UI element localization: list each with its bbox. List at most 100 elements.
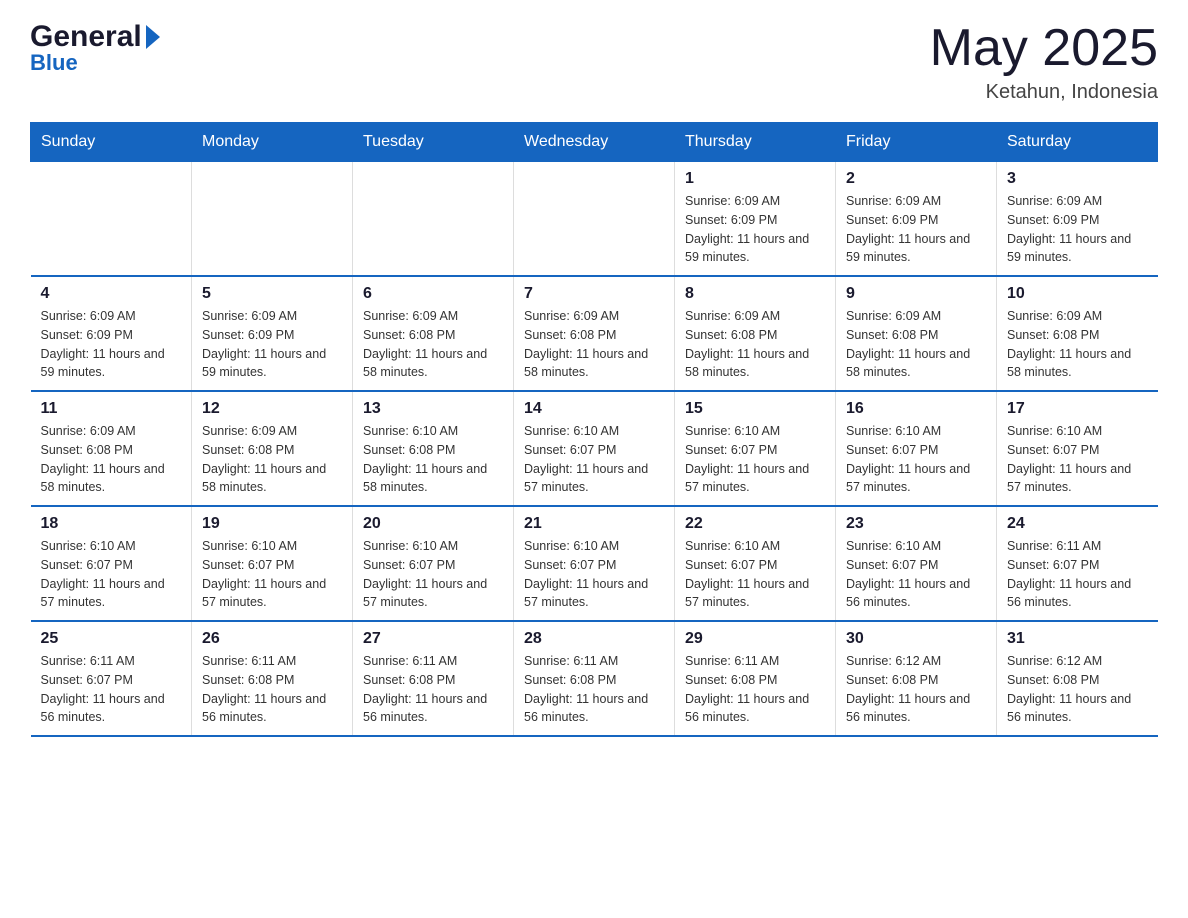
weekday-header-thursday: Thursday bbox=[675, 123, 836, 162]
day-number: 20 bbox=[363, 515, 503, 533]
day-number: 7 bbox=[524, 285, 664, 303]
calendar-cell: 8 Sunrise: 6:09 AM Sunset: 6:08 PM Daylig… bbox=[675, 276, 836, 391]
day-info: Sunrise: 6:10 AM Sunset: 6:07 PM Dayligh… bbox=[846, 422, 986, 497]
calendar-cell: 13 Sunrise: 6:10 AM Sunset: 6:08 PM Dayli… bbox=[353, 391, 514, 506]
logo-arrow-icon bbox=[146, 25, 160, 49]
calendar-cell bbox=[353, 162, 514, 277]
logo-general-text: General bbox=[30, 20, 142, 54]
day-info: Sunrise: 6:09 AM Sunset: 6:09 PM Dayligh… bbox=[685, 192, 825, 267]
day-info: Sunrise: 6:12 AM Sunset: 6:08 PM Dayligh… bbox=[1007, 652, 1148, 727]
weekday-header-wednesday: Wednesday bbox=[514, 123, 675, 162]
day-info: Sunrise: 6:11 AM Sunset: 6:07 PM Dayligh… bbox=[41, 652, 182, 727]
calendar-week-row: 11 Sunrise: 6:09 AM Sunset: 6:08 PM Dayli… bbox=[31, 391, 1158, 506]
weekday-header-tuesday: Tuesday bbox=[353, 123, 514, 162]
calendar-cell: 30 Sunrise: 6:12 AM Sunset: 6:08 PM Dayli… bbox=[836, 621, 997, 736]
day-number: 21 bbox=[524, 515, 664, 533]
day-info: Sunrise: 6:09 AM Sunset: 6:08 PM Dayligh… bbox=[202, 422, 342, 497]
day-info: Sunrise: 6:11 AM Sunset: 6:08 PM Dayligh… bbox=[524, 652, 664, 727]
calendar-cell: 25 Sunrise: 6:11 AM Sunset: 6:07 PM Dayli… bbox=[31, 621, 192, 736]
day-number: 25 bbox=[41, 630, 182, 648]
day-info: Sunrise: 6:10 AM Sunset: 6:07 PM Dayligh… bbox=[524, 422, 664, 497]
calendar-cell bbox=[31, 162, 192, 277]
day-info: Sunrise: 6:10 AM Sunset: 6:07 PM Dayligh… bbox=[524, 537, 664, 612]
day-number: 30 bbox=[846, 630, 986, 648]
day-number: 1 bbox=[685, 170, 825, 188]
calendar-cell: 24 Sunrise: 6:11 AM Sunset: 6:07 PM Dayli… bbox=[997, 506, 1158, 621]
day-number: 15 bbox=[685, 400, 825, 418]
calendar-week-row: 1 Sunrise: 6:09 AM Sunset: 6:09 PM Daylig… bbox=[31, 162, 1158, 277]
day-info: Sunrise: 6:09 AM Sunset: 6:08 PM Dayligh… bbox=[41, 422, 182, 497]
day-info: Sunrise: 6:10 AM Sunset: 6:07 PM Dayligh… bbox=[202, 537, 342, 612]
calendar-cell: 14 Sunrise: 6:10 AM Sunset: 6:07 PM Dayli… bbox=[514, 391, 675, 506]
weekday-header-saturday: Saturday bbox=[997, 123, 1158, 162]
day-info: Sunrise: 6:12 AM Sunset: 6:08 PM Dayligh… bbox=[846, 652, 986, 727]
day-info: Sunrise: 6:11 AM Sunset: 6:08 PM Dayligh… bbox=[363, 652, 503, 727]
calendar-cell: 11 Sunrise: 6:09 AM Sunset: 6:08 PM Dayli… bbox=[31, 391, 192, 506]
day-info: Sunrise: 6:10 AM Sunset: 6:08 PM Dayligh… bbox=[363, 422, 503, 497]
calendar-cell: 31 Sunrise: 6:12 AM Sunset: 6:08 PM Dayli… bbox=[997, 621, 1158, 736]
calendar-cell: 16Sunrise: 6:10 AM Sunset: 6:07 PM Dayli… bbox=[836, 391, 997, 506]
day-info: Sunrise: 6:09 AM Sunset: 6:08 PM Dayligh… bbox=[846, 307, 986, 382]
day-number: 29 bbox=[685, 630, 825, 648]
day-info: Sunrise: 6:10 AM Sunset: 6:07 PM Dayligh… bbox=[846, 537, 986, 612]
calendar-cell: 12 Sunrise: 6:09 AM Sunset: 6:08 PM Dayli… bbox=[192, 391, 353, 506]
calendar-cell: 15Sunrise: 6:10 AM Sunset: 6:07 PM Dayli… bbox=[675, 391, 836, 506]
day-info: Sunrise: 6:09 AM Sunset: 6:08 PM Dayligh… bbox=[685, 307, 825, 382]
day-number: 11 bbox=[41, 400, 182, 418]
day-number: 27 bbox=[363, 630, 503, 648]
day-info: Sunrise: 6:09 AM Sunset: 6:08 PM Dayligh… bbox=[524, 307, 664, 382]
day-number: 31 bbox=[1007, 630, 1148, 648]
day-number: 8 bbox=[685, 285, 825, 303]
calendar-cell: 28Sunrise: 6:11 AM Sunset: 6:08 PM Dayli… bbox=[514, 621, 675, 736]
day-number: 14 bbox=[524, 400, 664, 418]
day-number: 5 bbox=[202, 285, 342, 303]
calendar-body: 1 Sunrise: 6:09 AM Sunset: 6:09 PM Daylig… bbox=[31, 162, 1158, 737]
calendar-cell: 2Sunrise: 6:09 AM Sunset: 6:09 PM Daylig… bbox=[836, 162, 997, 277]
weekday-header-sunday: Sunday bbox=[31, 123, 192, 162]
calendar-cell: 23 Sunrise: 6:10 AM Sunset: 6:07 PM Dayli… bbox=[836, 506, 997, 621]
calendar-cell: 6 Sunrise: 6:09 AM Sunset: 6:08 PM Daylig… bbox=[353, 276, 514, 391]
day-info: Sunrise: 6:09 AM Sunset: 6:09 PM Dayligh… bbox=[41, 307, 182, 382]
day-info: Sunrise: 6:10 AM Sunset: 6:07 PM Dayligh… bbox=[1007, 422, 1148, 497]
day-number: 19 bbox=[202, 515, 342, 533]
day-number: 22 bbox=[685, 515, 825, 533]
day-number: 26 bbox=[202, 630, 342, 648]
day-info: Sunrise: 6:10 AM Sunset: 6:07 PM Dayligh… bbox=[363, 537, 503, 612]
title-block: May 2025 Ketahun, Indonesia bbox=[930, 20, 1158, 104]
day-number: 23 bbox=[846, 515, 986, 533]
day-info: Sunrise: 6:11 AM Sunset: 6:08 PM Dayligh… bbox=[202, 652, 342, 727]
day-info: Sunrise: 6:09 AM Sunset: 6:09 PM Dayligh… bbox=[1007, 192, 1148, 267]
calendar-cell: 20 Sunrise: 6:10 AM Sunset: 6:07 PM Dayli… bbox=[353, 506, 514, 621]
calendar-title: May 2025 bbox=[930, 20, 1158, 77]
day-number: 2 bbox=[846, 170, 986, 188]
day-number: 6 bbox=[363, 285, 503, 303]
calendar-cell: 26 Sunrise: 6:11 AM Sunset: 6:08 PM Dayli… bbox=[192, 621, 353, 736]
logo: General Blue bbox=[30, 20, 160, 76]
day-info: Sunrise: 6:11 AM Sunset: 6:08 PM Dayligh… bbox=[685, 652, 825, 727]
day-info: Sunrise: 6:10 AM Sunset: 6:07 PM Dayligh… bbox=[685, 537, 825, 612]
calendar-cell: 9Sunrise: 6:09 AM Sunset: 6:08 PM Daylig… bbox=[836, 276, 997, 391]
calendar-cell: 1 Sunrise: 6:09 AM Sunset: 6:09 PM Daylig… bbox=[675, 162, 836, 277]
weekday-header-row: SundayMondayTuesdayWednesdayThursdayFrid… bbox=[31, 123, 1158, 162]
calendar-cell: 3Sunrise: 6:09 AM Sunset: 6:09 PM Daylig… bbox=[997, 162, 1158, 277]
calendar-cell: 29 Sunrise: 6:11 AM Sunset: 6:08 PM Dayli… bbox=[675, 621, 836, 736]
calendar-table: SundayMondayTuesdayWednesdayThursdayFrid… bbox=[30, 122, 1158, 737]
day-number: 10 bbox=[1007, 285, 1148, 303]
day-number: 24 bbox=[1007, 515, 1148, 533]
calendar-cell: 4Sunrise: 6:09 AM Sunset: 6:09 PM Daylig… bbox=[31, 276, 192, 391]
calendar-cell: 10Sunrise: 6:09 AM Sunset: 6:08 PM Dayli… bbox=[997, 276, 1158, 391]
logo-general: General bbox=[30, 20, 160, 54]
weekday-header-monday: Monday bbox=[192, 123, 353, 162]
calendar-week-row: 18Sunrise: 6:10 AM Sunset: 6:07 PM Dayli… bbox=[31, 506, 1158, 621]
calendar-cell: 17 Sunrise: 6:10 AM Sunset: 6:07 PM Dayli… bbox=[997, 391, 1158, 506]
day-number: 12 bbox=[202, 400, 342, 418]
logo-blue-text: Blue bbox=[30, 50, 78, 76]
day-info: Sunrise: 6:09 AM Sunset: 6:09 PM Dayligh… bbox=[202, 307, 342, 382]
day-info: Sunrise: 6:11 AM Sunset: 6:07 PM Dayligh… bbox=[1007, 537, 1148, 612]
day-info: Sunrise: 6:09 AM Sunset: 6:08 PM Dayligh… bbox=[363, 307, 503, 382]
calendar-cell: 7 Sunrise: 6:09 AM Sunset: 6:08 PM Daylig… bbox=[514, 276, 675, 391]
day-number: 13 bbox=[363, 400, 503, 418]
day-info: Sunrise: 6:10 AM Sunset: 6:07 PM Dayligh… bbox=[41, 537, 182, 612]
calendar-cell bbox=[514, 162, 675, 277]
day-number: 17 bbox=[1007, 400, 1148, 418]
